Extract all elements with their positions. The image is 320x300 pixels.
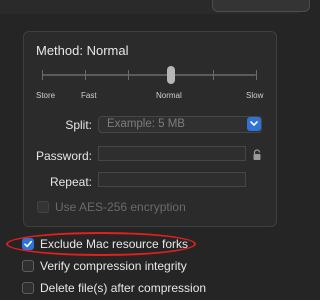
repeat-label: Repeat: xyxy=(49,175,92,189)
split-label: Split: xyxy=(65,118,92,132)
slider-tick-store xyxy=(42,70,43,80)
slider-tick-4 xyxy=(213,70,214,80)
top-button[interactable] xyxy=(212,0,310,12)
delete-files-label: Delete file(s) after compression xyxy=(40,281,207,295)
delete-files-checkbox[interactable] xyxy=(22,282,34,294)
verify-integrity-label: Verify compression integrity xyxy=(40,259,187,273)
lock-icon xyxy=(252,148,262,160)
password-field[interactable] xyxy=(98,146,246,161)
slider-label-normal: Normal xyxy=(156,91,182,100)
chevron-down-icon[interactable] xyxy=(247,117,261,131)
aes-checkbox[interactable] xyxy=(37,201,49,213)
verify-integrity-checkbox[interactable] xyxy=(22,260,34,272)
slider-tick-2 xyxy=(128,70,129,80)
slider-tick-slow xyxy=(256,70,257,80)
compression-slider-knob[interactable] xyxy=(167,66,175,84)
password-label: Password: xyxy=(35,149,92,163)
slider-label-store: Store xyxy=(36,91,56,100)
highlight-annotation xyxy=(6,232,196,256)
repeat-password-field[interactable] xyxy=(98,172,246,187)
slider-tick-fast xyxy=(85,70,86,80)
method-title: Method: Normal xyxy=(36,43,129,58)
split-select[interactable]: Example: 5 MB xyxy=(98,116,262,133)
compression-slider-track[interactable] xyxy=(42,74,256,76)
slider-label-fast: Fast xyxy=(81,91,97,100)
aes-label: Use AES-256 encryption xyxy=(55,200,186,214)
slider-label-slow: Slow xyxy=(246,91,264,100)
